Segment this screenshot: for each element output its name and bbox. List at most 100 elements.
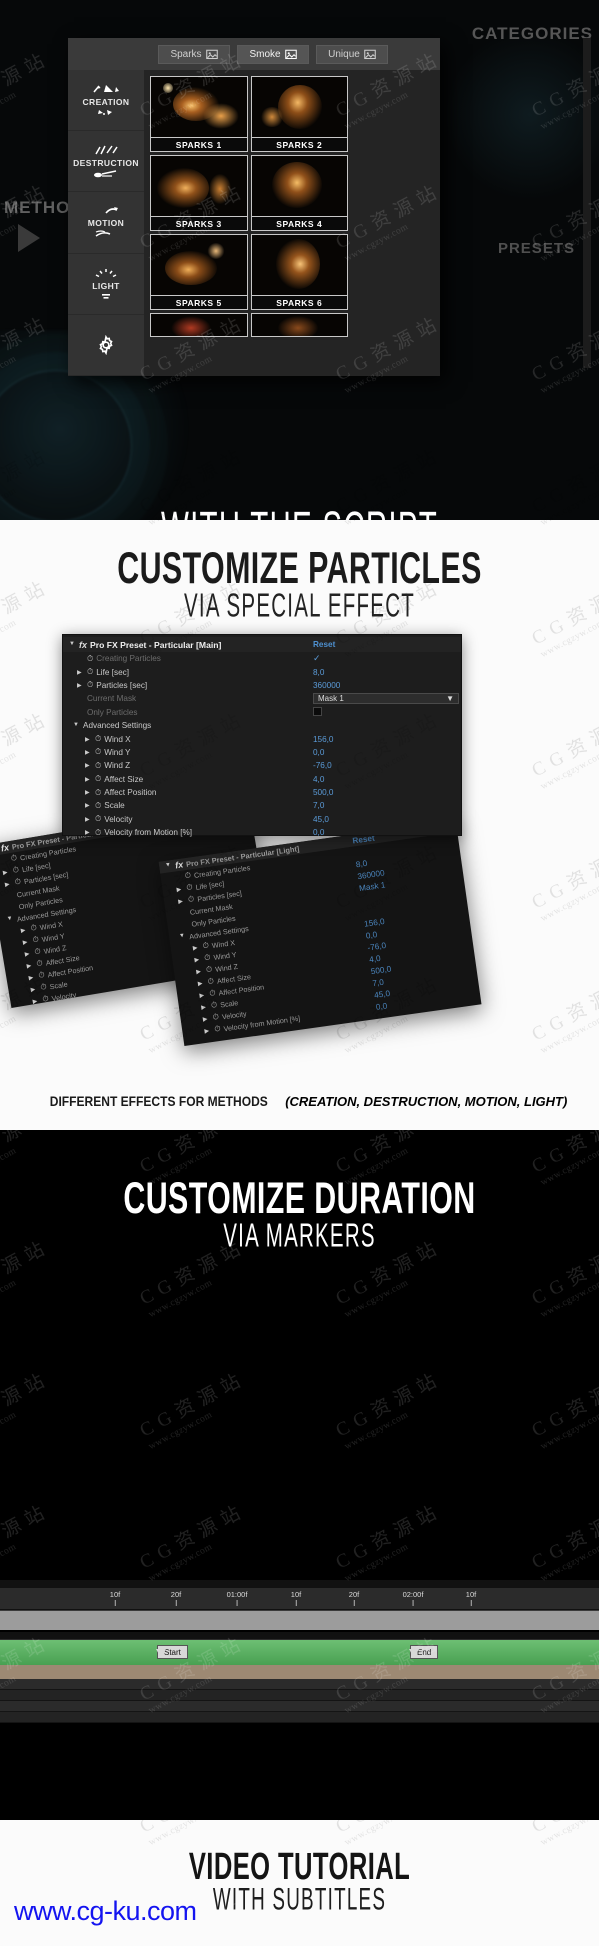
current-mask-dropdown[interactable]: Mask 1 ▼ bbox=[313, 693, 459, 705]
checkbox-checked-icon[interactable]: ✓ bbox=[313, 653, 321, 663]
timeline-row[interactable] bbox=[0, 1701, 599, 1712]
preset-cell[interactable]: SPARKS 3 bbox=[150, 155, 248, 231]
preset-cell[interactable]: SPARKS 1 bbox=[150, 76, 248, 152]
marker-start[interactable]: Start bbox=[156, 1644, 188, 1660]
twirl-down-icon: ▼ bbox=[164, 862, 172, 869]
preset-thumbnail bbox=[151, 235, 247, 295]
stopwatch-icon[interactable]: ⏱ bbox=[95, 828, 101, 838]
motion-icon bbox=[105, 207, 118, 214]
twirl-down-icon[interactable]: ▼ bbox=[73, 722, 80, 728]
param-value[interactable]: 0,0 bbox=[313, 748, 461, 757]
twirl-right-icon[interactable]: ▶ bbox=[85, 776, 92, 783]
param-value[interactable]: 7,0 bbox=[313, 801, 461, 810]
stopwatch-icon[interactable]: ⏱ bbox=[95, 774, 101, 784]
param-row-velocity[interactable]: ▶ ⏱ Velocity 45,0 bbox=[63, 813, 461, 826]
marker-end[interactable]: End bbox=[409, 1644, 439, 1660]
preset-cell[interactable]: SPARKS 6 bbox=[250, 234, 348, 310]
fx-icon: fx bbox=[174, 859, 184, 871]
method-label: DESTRUCTION bbox=[73, 157, 139, 168]
method-motion[interactable]: MOTION bbox=[68, 192, 144, 254]
category-tab-smoke[interactable]: Smoke bbox=[237, 44, 309, 64]
twirl-right-icon[interactable]: ▶ bbox=[77, 682, 84, 689]
preset-thumbnail bbox=[151, 77, 247, 137]
twirl-right-icon[interactable]: ▶ bbox=[85, 789, 92, 796]
param-group-advanced-settings[interactable]: ▼ Advanced Settings bbox=[63, 719, 461, 732]
creation-icon bbox=[93, 85, 119, 93]
method-destruction[interactable]: DESTRUCTION bbox=[68, 131, 144, 193]
caption-different-effects: DIFFERENT EFFECTS FOR METHODS (CREATION,… bbox=[0, 1093, 599, 1111]
preset-label: SPARKS 2 bbox=[251, 137, 347, 151]
param-row-wind-z[interactable]: ▶ ⏱ Wind Z -76,0 bbox=[63, 759, 461, 772]
param-value[interactable]: 360000 bbox=[313, 681, 461, 690]
reset-button[interactable]: Reset bbox=[313, 640, 461, 649]
preset-cell[interactable]: SPARKS 4 bbox=[250, 155, 348, 231]
site-url[interactable]: www.cg-ku.com bbox=[14, 1896, 197, 1927]
twirl-right-icon[interactable]: ▶ bbox=[77, 669, 84, 676]
param-row-life[interactable]: ▶ ⏱ Life [sec] 8,0 bbox=[63, 665, 461, 678]
param-value[interactable]: 0,0 bbox=[313, 828, 461, 837]
twirl-right-icon[interactable]: ▶ bbox=[85, 749, 92, 756]
stopwatch-icon[interactable]: ⏱ bbox=[95, 734, 101, 744]
stopwatch-icon[interactable]: ⏱ bbox=[87, 680, 93, 690]
method-light[interactable]: LIGHT bbox=[68, 254, 144, 315]
light-icon bbox=[95, 268, 117, 277]
stopwatch-icon[interactable]: ⏱ bbox=[95, 788, 101, 798]
dropdown-value: Mask 1 bbox=[318, 694, 344, 704]
twirl-down-icon[interactable]: ▼ bbox=[69, 641, 76, 647]
stopwatch-icon[interactable]: ⏱ bbox=[95, 761, 101, 771]
category-tab-sparks[interactable]: Sparks bbox=[158, 44, 230, 64]
poster-page: CATEGORIES METHODS PRESETS Sparks Smoke … bbox=[0, 0, 599, 1946]
twirl-right-icon[interactable]: ▶ bbox=[85, 736, 92, 743]
preset-cell[interactable]: SPARKS 5 bbox=[150, 234, 248, 310]
preset-cell[interactable]: SPARKS 2 bbox=[250, 76, 348, 152]
param-row-scale[interactable]: ▶ ⏱ Scale 7,0 bbox=[63, 799, 461, 812]
stopwatch-icon[interactable]: ⏱ bbox=[95, 747, 101, 757]
preset-cell[interactable] bbox=[150, 313, 248, 337]
method-settings[interactable] bbox=[68, 315, 144, 377]
timeline-ruler[interactable]: 10f 20f 01:00f 10f 20f 02:00f 10f bbox=[0, 1588, 599, 1610]
param-row-creating-particles[interactable]: ⏱ Creating Particles ✓ bbox=[63, 652, 461, 665]
category-tab-label: Unique bbox=[328, 48, 360, 60]
timeline-divider bbox=[0, 1632, 599, 1639]
param-row-affect-size[interactable]: ▶ ⏱ Affect Size 4,0 bbox=[63, 773, 461, 786]
preset-label: SPARKS 6 bbox=[251, 295, 347, 309]
param-value[interactable]: 4,0 bbox=[313, 775, 461, 784]
window-scrollbar[interactable] bbox=[583, 38, 591, 368]
headline-line2: VIA SPECIAL EFFECT bbox=[183, 586, 415, 625]
effect-header-row[interactable]: ▼ fx Pro FX Preset - Particular [Main] R… bbox=[63, 637, 461, 652]
color-swatch[interactable] bbox=[313, 706, 322, 716]
param-row-wind-y[interactable]: ▶ ⏱ Wind Y 0,0 bbox=[63, 746, 461, 759]
param-row-velocity-from-motion[interactable]: ▶ ⏱ Velocity from Motion [%] 0,0 bbox=[63, 826, 461, 839]
twirl-right-icon[interactable]: ▶ bbox=[85, 762, 92, 769]
param-value[interactable]: 156,0 bbox=[313, 735, 461, 744]
param-label: Current Mask bbox=[87, 694, 137, 704]
category-tab-unique[interactable]: Unique bbox=[316, 44, 388, 64]
presets-grid-container[interactable]: SPARKS 1 SPARKS 2 SPARKS 3 SPARKS 4 SPAR… bbox=[144, 70, 440, 376]
stopwatch-icon[interactable]: ⏱ bbox=[95, 814, 101, 824]
timeline-layer-bar-tan[interactable] bbox=[0, 1665, 599, 1679]
param-value[interactable]: -76,0 bbox=[313, 761, 461, 770]
gear-icon bbox=[99, 334, 113, 355]
twirl-right-icon[interactable]: ▶ bbox=[85, 829, 92, 836]
stopwatch-icon[interactable]: ⏱ bbox=[95, 801, 101, 811]
param-row-current-mask[interactable]: Current Mask Mask 1 ▼ bbox=[63, 692, 461, 705]
stopwatch-icon[interactable]: ⏱ bbox=[87, 667, 93, 677]
twirl-right-icon[interactable]: ▶ bbox=[85, 802, 92, 809]
twirl-right-icon[interactable]: ▶ bbox=[85, 816, 92, 823]
param-value[interactable]: 45,0 bbox=[313, 815, 461, 824]
param-value[interactable]: 8,0 bbox=[313, 668, 461, 677]
preset-cell[interactable] bbox=[250, 313, 348, 337]
param-row-only-particles[interactable]: Only Particles bbox=[63, 706, 461, 719]
param-row-particles[interactable]: ▶ ⏱ Particles [sec] 360000 bbox=[63, 679, 461, 692]
timeline-layer-bar-green[interactable]: Start End bbox=[0, 1639, 599, 1665]
timeline-layer-bar-gray[interactable] bbox=[0, 1610, 599, 1632]
timeline-row[interactable] bbox=[0, 1712, 599, 1723]
stopwatch-icon[interactable]: ⏱ bbox=[87, 654, 93, 664]
param-row-wind-x[interactable]: ▶ ⏱ Wind X 156,0 bbox=[63, 732, 461, 745]
method-creation[interactable]: CREATION bbox=[68, 70, 144, 132]
param-value[interactable]: 500,0 bbox=[313, 788, 461, 797]
timeline-row[interactable] bbox=[0, 1690, 599, 1701]
chevron-down-icon: ▼ bbox=[446, 694, 454, 704]
param-row-affect-position[interactable]: ▶ ⏱ Affect Position 500,0 bbox=[63, 786, 461, 799]
timeline-row[interactable] bbox=[0, 1679, 599, 1690]
